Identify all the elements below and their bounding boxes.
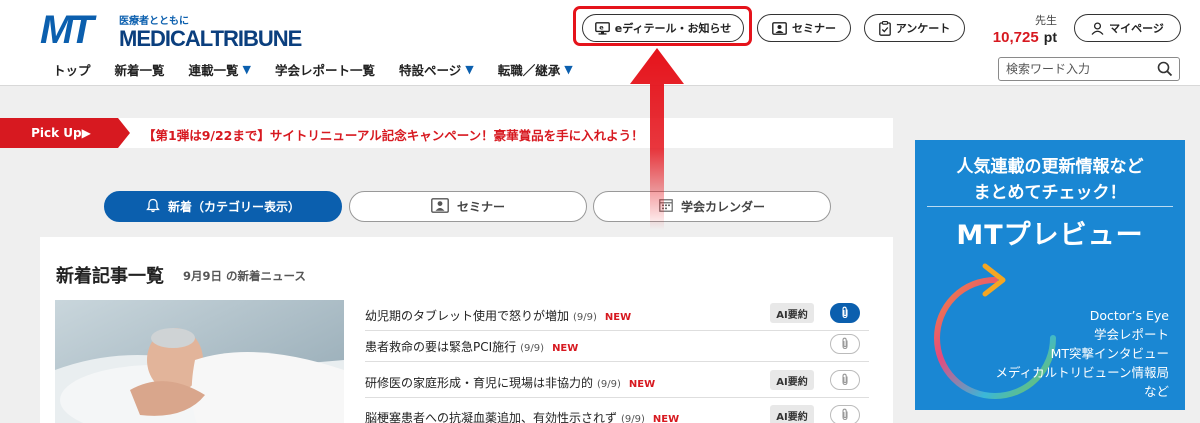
bell-icon <box>146 198 160 216</box>
article-date: (9/9) <box>573 312 597 323</box>
main-nav: トップ 新着一覧 連載一覧 ▼ 学会レポート一覧 特設ページ ▼ 転職／継承 ▼ <box>53 60 597 79</box>
pickup-tag: Pick Up▶ <box>0 118 130 148</box>
clip-toggle[interactable] <box>830 405 860 423</box>
paperclip-icon <box>840 304 850 323</box>
article-title-line[interactable]: 幼児期のタブレット使用で怒りが増加 (9/9) NEW <box>365 307 631 324</box>
logo-wordmark: MEDICALTRIBUNE <box>119 26 302 51</box>
article-title-line[interactable]: 研修医の家庭形成・育児に現場は非協力的 (9/9) NEW <box>365 374 655 391</box>
ad-list-item: など <box>1143 384 1169 399</box>
article-title: 幼児期のタブレット使用で怒りが増加 <box>365 309 570 323</box>
survey-button[interactable]: アンケート <box>864 14 965 42</box>
article-title-line[interactable]: 脳梗塞患者への抗凝血薬追加、有効性示されず (9/9) NEW <box>365 409 679 423</box>
ad-feature-list: Doctor’s Eye 学会レポート MT突撃インタビュー メディカルトリビュ… <box>995 306 1169 401</box>
points-label: 先生 <box>1035 14 1057 27</box>
new-badge: NEW <box>604 312 632 323</box>
nav-item-conference-reports[interactable]: 学会レポート一覧 <box>275 60 375 79</box>
mypage-button[interactable]: マイページ <box>1074 14 1181 42</box>
medical-tribune-logo[interactable]: MT 医療者とともに MEDICALTRIBUNE <box>40 8 302 52</box>
clip-toggle[interactable] <box>830 370 860 390</box>
pickup-banner[interactable]: Pick Up▶ 【第1弾は9/22まで】サイトリニューアル記念キャンペーン！豪… <box>0 118 893 148</box>
tab-label: 学会カレンダー <box>680 200 765 214</box>
ad-list-item: MT突撃インタビュー <box>1050 346 1169 361</box>
ad-headline-line1: 人気連載の更新情報など <box>956 157 1144 177</box>
nav-item-special[interactable]: 特設ページ ▼ <box>399 60 474 79</box>
nav-item-label: 特設ページ <box>399 63 462 78</box>
ad-list-item: メディカルトリビューン情報局 <box>995 365 1169 380</box>
dropdown-triangle-icon: ▼ <box>465 63 474 76</box>
paperclip-icon <box>840 335 850 354</box>
article-row[interactable]: 幼児期のタブレット使用で怒りが増加 (9/9) NEW AI要約 <box>365 300 869 331</box>
article-title: 脳梗塞患者への抗凝血薬追加、有効性示されず <box>365 411 618 423</box>
tab-label: セミナー <box>456 200 505 214</box>
article-row[interactable]: 脳梗塞患者への抗凝血薬追加、有効性示されず (9/9) NEW AI要約 <box>365 402 869 423</box>
seminar-icon <box>772 21 787 35</box>
nav-item-label: 新着一覧 <box>114 63 165 78</box>
pickup-text[interactable]: 【第1弾は9/22まで】サイトリニューアル記念キャンペーン！豪華賞品を手に入れよ… <box>143 125 644 144</box>
clip-toggle[interactable] <box>830 334 860 354</box>
new-badge: NEW <box>628 379 656 390</box>
svg-text:e: e <box>599 23 604 31</box>
nav-item-label: トップ <box>53 63 91 78</box>
dropdown-triangle-icon: ▼ <box>564 63 573 76</box>
ai-summary-button[interactable]: AI要約 <box>770 370 814 390</box>
edetail-news-button[interactable]: e eディテール・お知らせ <box>582 14 744 42</box>
calendar-icon <box>659 198 673 215</box>
ai-summary-button[interactable]: AI要約 <box>770 405 814 423</box>
tab-conference-calendar[interactable]: 学会カレンダー <box>593 191 831 222</box>
article-date: (9/9) <box>621 414 645 423</box>
points-unit: pt <box>1043 29 1057 45</box>
site-header: MT 医療者とともに MEDICALTRIBUNE e eディテール・お知らせ … <box>0 0 1200 86</box>
seminar-button[interactable]: セミナー <box>757 14 851 42</box>
points-value: 10,725 <box>992 29 1039 46</box>
section-title: 新着記事一覧 <box>56 266 164 287</box>
tab-seminar[interactable]: セミナー <box>349 191 587 222</box>
article-row[interactable]: 研修医の家庭形成・育児に現場は非協力的 (9/9) NEW AI要約 <box>365 367 869 398</box>
points-display: 先生 10,725 pt <box>985 14 1057 47</box>
article-title-line[interactable]: 患者救命の要は緊急PCI施行 (9/9) NEW <box>365 338 578 355</box>
new-badge: NEW <box>652 414 680 423</box>
nav-item-career[interactable]: 転職／継承 ▼ <box>498 60 573 79</box>
nav-item-label: 学会レポート一覧 <box>275 63 376 78</box>
ad-list-item: Doctor’s Eye <box>1089 308 1169 323</box>
article-row[interactable]: 患者救命の要は緊急PCI施行 (9/9) NEW <box>365 331 869 362</box>
tab-new-articles[interactable]: 新着（カテゴリー表示） <box>104 191 342 222</box>
ad-headline-line2: まとめてチェック！ <box>973 183 1127 203</box>
nav-item-series[interactable]: 連載一覧 ▼ <box>189 60 251 79</box>
nav-item-label: 連載一覧 <box>188 63 239 78</box>
nav-item-label: 転職／継承 <box>497 63 561 78</box>
tab-label: 新着（カテゴリー表示） <box>167 200 300 214</box>
search-box <box>998 57 1180 81</box>
paperclip-icon <box>840 371 850 390</box>
paperclip-icon <box>840 406 850 423</box>
ad-list-item: 学会レポート <box>1093 327 1169 342</box>
ad-title: MTプレビュー <box>956 220 1144 251</box>
article-date: (9/9) <box>597 379 621 390</box>
article-title: 研修医の家庭形成・育児に現場は非協力的 <box>365 376 594 390</box>
logo-tagline: 医療者とともに <box>119 16 189 27</box>
mypage-label: マイページ <box>1109 22 1164 35</box>
logo-mark: MT <box>40 8 94 52</box>
seminar-label: セミナー <box>792 22 836 35</box>
section-subtitle: 9月9日 の新着ニュース <box>183 269 306 283</box>
article-date: (9/9) <box>520 343 545 354</box>
new-badge: NEW <box>552 343 579 354</box>
user-icon <box>1091 21 1104 35</box>
edetail-news-label: eディテール・お知らせ <box>614 22 732 35</box>
clipboard-check-icon <box>878 20 891 36</box>
search-icon[interactable] <box>1157 61 1173 81</box>
dropdown-triangle-icon: ▼ <box>242 63 252 76</box>
nav-item-new[interactable]: 新着一覧 <box>115 60 165 79</box>
article-title: 患者救命の要は緊急PCI施行 <box>365 340 517 354</box>
featured-article-image[interactable] <box>55 300 344 423</box>
ad-divider <box>927 206 1173 207</box>
nav-item-top[interactable]: トップ <box>53 60 91 79</box>
clip-toggle[interactable] <box>830 303 860 323</box>
monitor-icon: e <box>594 21 610 35</box>
survey-label: アンケート <box>895 22 951 35</box>
search-input[interactable] <box>999 58 1149 80</box>
ai-summary-button[interactable]: AI要約 <box>770 303 814 323</box>
mt-preview-ad-banner[interactable]: 人気連載の更新情報など まとめてチェック！ MTプレビュー Doctor’s E… <box>915 140 1185 410</box>
seminar-icon <box>431 197 449 216</box>
new-articles-panel: 新着記事一覧 9月9日 の新着ニュース 幼児期のタブレット使用で怒りが増加 (9/… <box>40 237 893 423</box>
